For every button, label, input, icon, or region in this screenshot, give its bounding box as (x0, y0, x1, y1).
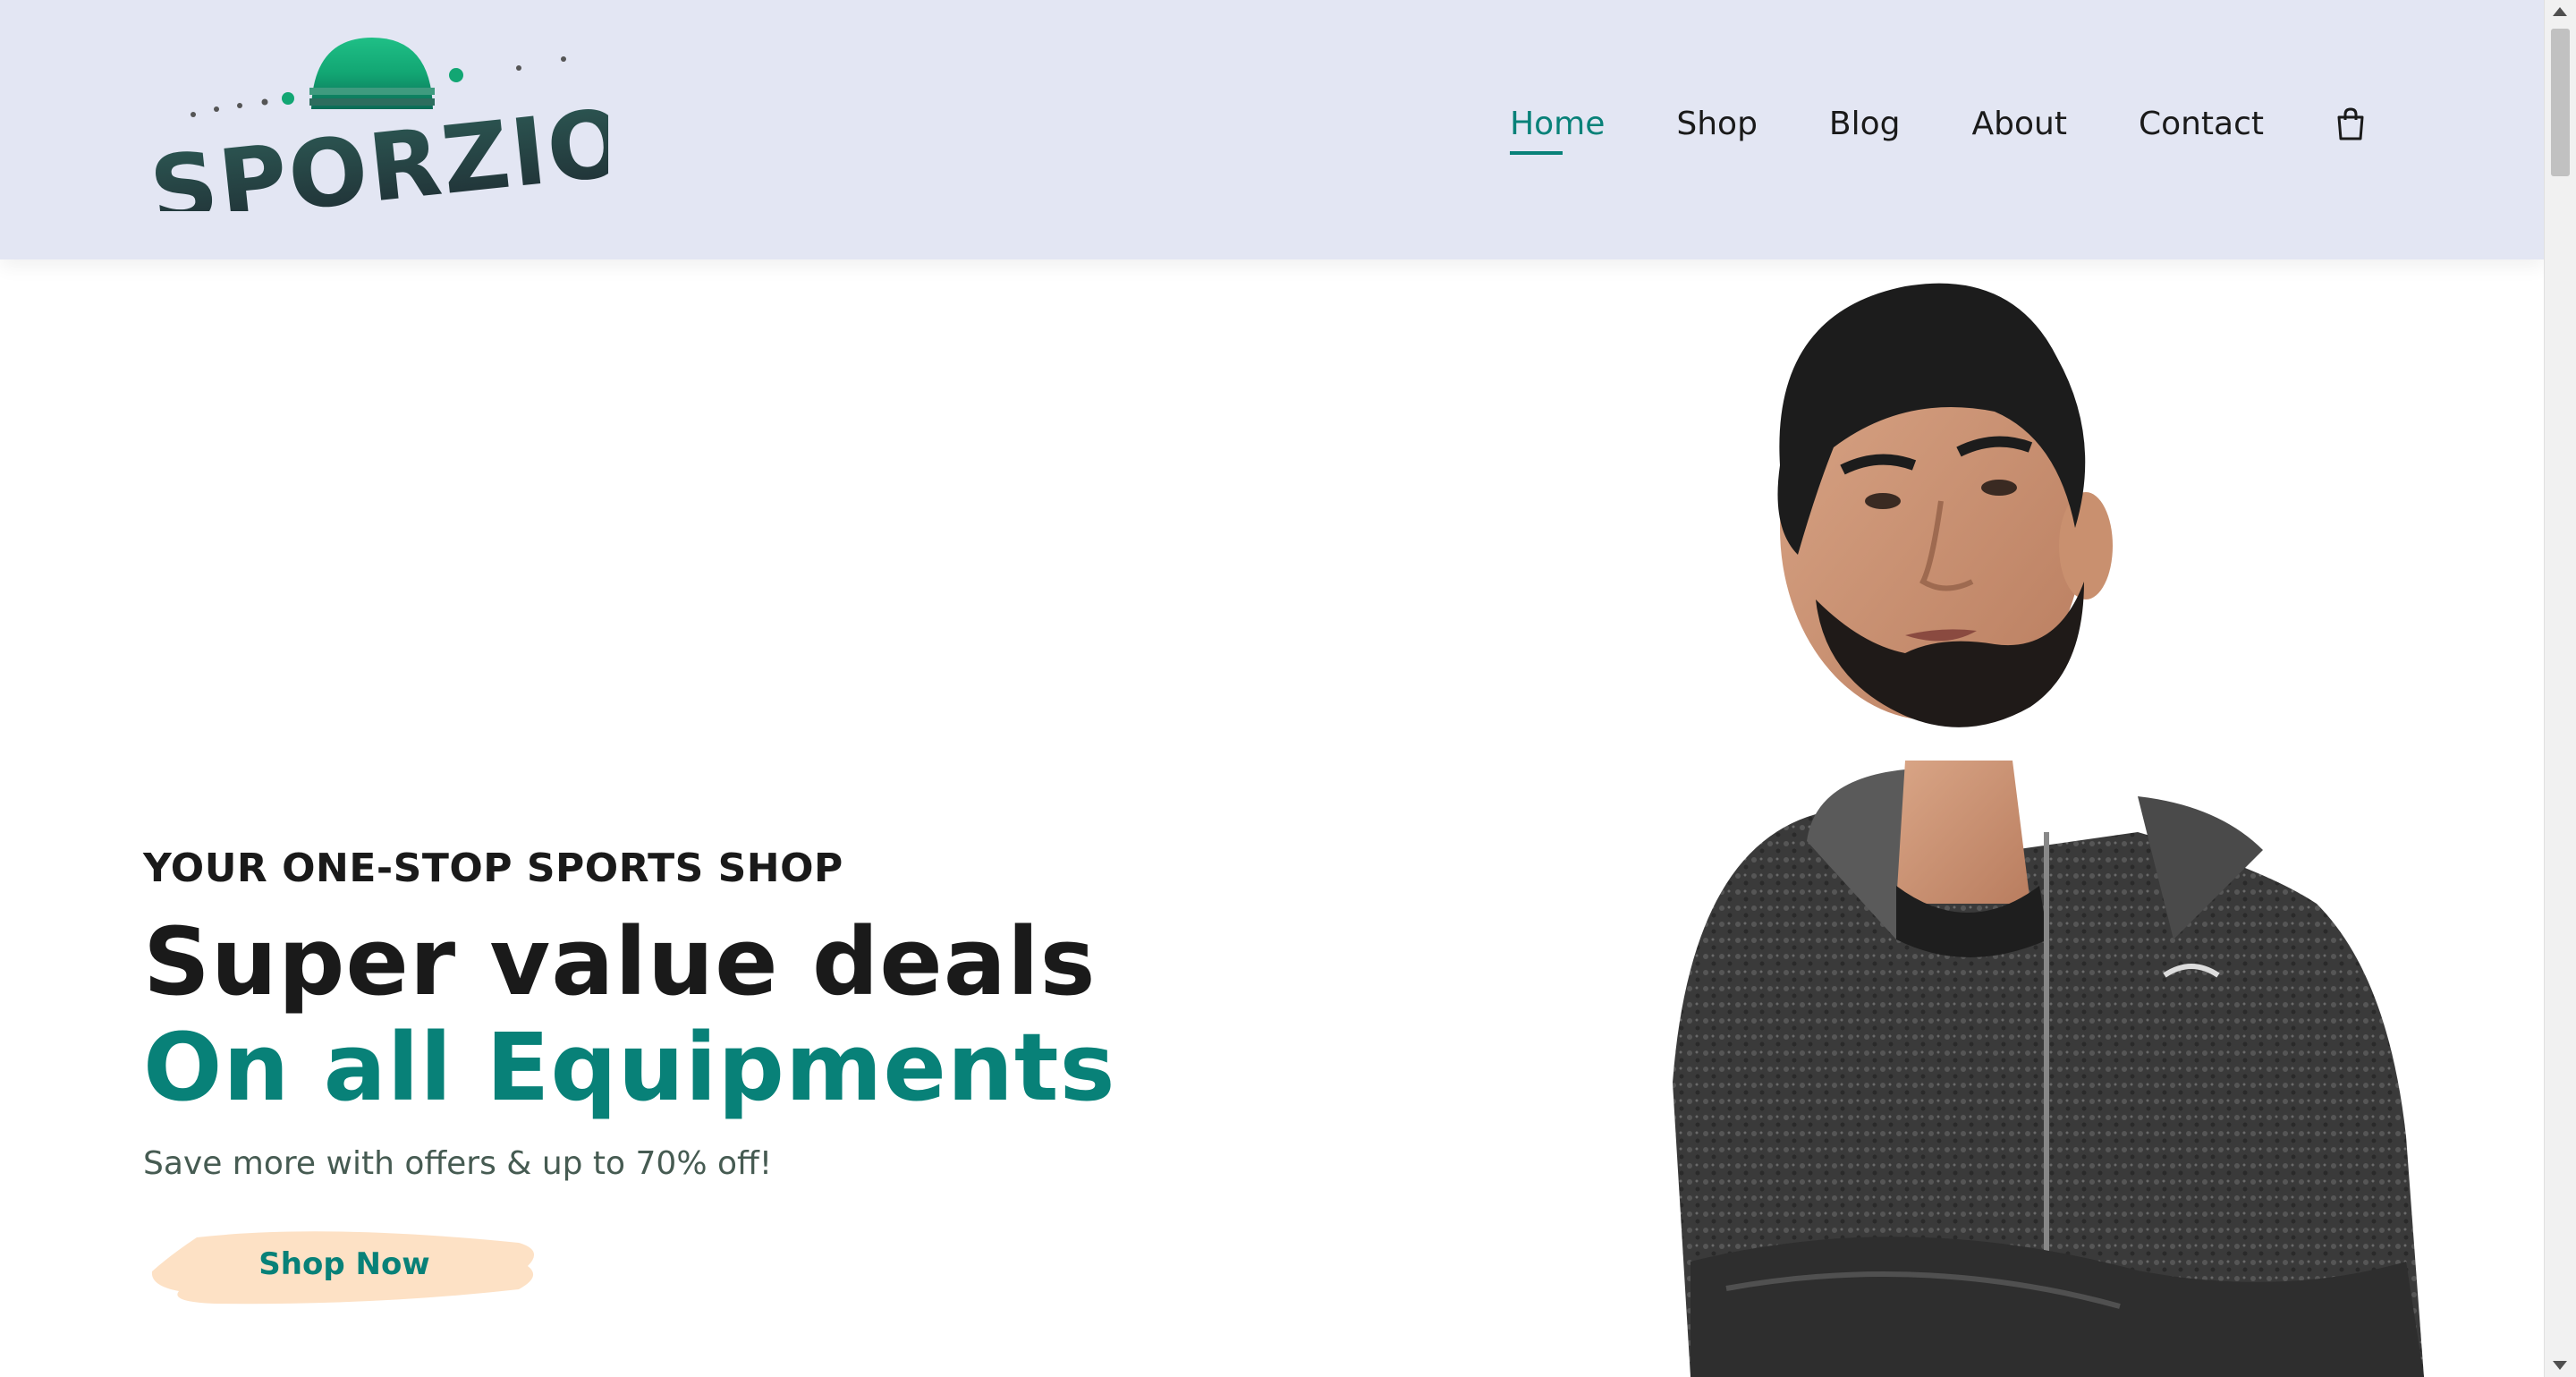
shop-now-label: Shop Now (258, 1246, 430, 1282)
shopping-bag-icon[interactable] (2335, 106, 2366, 141)
logo-graphic: SPORZIO (145, 38, 608, 211)
nav-item-contact[interactable]: Contact (2139, 106, 2264, 142)
hero-subtitle: Save more with offers & up to 70% off! (143, 1145, 773, 1182)
hero-section: YOUR ONE-STOP SPORTS SHOP Super value de… (0, 259, 2545, 1377)
scroll-down-arrow-icon[interactable] (2553, 1361, 2567, 1370)
shop-now-button[interactable]: Shop Now (143, 1220, 546, 1309)
nav-item-about[interactable]: About (1972, 106, 2067, 142)
site-header: SPORZIO Home Shop Blog About Contact (0, 0, 2545, 259)
hero-model-image (1637, 259, 2487, 1377)
page-scrollbar[interactable] (2544, 0, 2576, 1377)
nav-item-shop[interactable]: Shop (1676, 106, 1758, 142)
scroll-up-arrow-icon[interactable] (2553, 7, 2567, 16)
hero-content: YOUR ONE-STOP SPORTS SHOP Super value de… (143, 846, 1216, 1309)
main-nav: Home Shop Blog About Contact (1438, 106, 2366, 155)
scrollbar-thumb[interactable] (2551, 29, 2570, 176)
nav-item-home[interactable]: Home (1510, 106, 1605, 155)
hero-eyebrow: YOUR ONE-STOP SPORTS SHOP (143, 846, 843, 891)
nav-item-blog[interactable]: Blog (1829, 106, 1901, 142)
sporzio-logo[interactable]: SPORZIO (143, 32, 608, 211)
hero-title-line1: Super value deals (143, 907, 1097, 1016)
hero-title-line2: On all Equipments (143, 1013, 1116, 1122)
